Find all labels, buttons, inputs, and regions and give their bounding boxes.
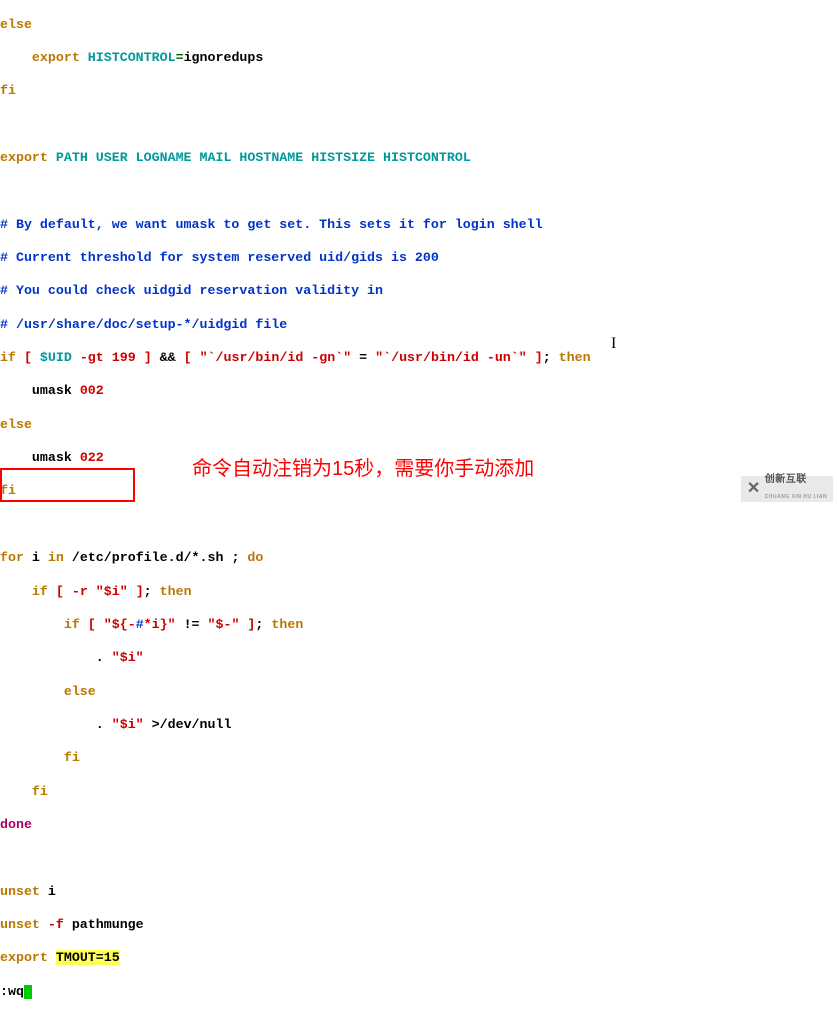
kw-in: in bbox=[48, 550, 64, 565]
kw-else: else bbox=[0, 17, 32, 32]
kw-done: done bbox=[0, 817, 32, 832]
kw-export: export bbox=[0, 150, 48, 165]
kw-do: do bbox=[247, 550, 263, 565]
vim-command: :wq bbox=[0, 984, 24, 999]
kw-else: else bbox=[0, 417, 32, 432]
highlight-tmout: TMOUT=15 bbox=[56, 950, 120, 965]
comment: # You could check uidgid reservation val… bbox=[0, 283, 383, 298]
cursor-icon bbox=[24, 985, 32, 999]
comment: # By default, we want umask to get set. … bbox=[0, 217, 543, 232]
kw-fi: fi bbox=[64, 750, 80, 765]
export-vars: PATH USER LOGNAME MAIL HOSTNAME HISTSIZE… bbox=[56, 150, 471, 165]
kw-for: for bbox=[0, 550, 24, 565]
comment: # Current threshold for system reserved … bbox=[0, 250, 439, 265]
kw-fi: fi bbox=[0, 483, 16, 498]
watermark-icon: ✕ bbox=[747, 481, 761, 498]
var-histcontrol: HISTCONTROL bbox=[88, 50, 176, 65]
watermark-logo: ✕ 创新互联 CHUANG XIN HU LIAN bbox=[741, 476, 833, 502]
kw-then: then bbox=[160, 584, 192, 599]
kw-if: if bbox=[0, 350, 16, 365]
kw-then: then bbox=[559, 350, 591, 365]
kw-export: export bbox=[32, 50, 80, 65]
kw-else: else bbox=[64, 684, 96, 699]
kw-if: if bbox=[32, 584, 48, 599]
kw-fi: fi bbox=[0, 83, 16, 98]
kw-unset: unset bbox=[0, 884, 40, 899]
kw-fi: fi bbox=[32, 784, 48, 799]
comment: # /usr/share/doc/setup-*/uidgid file bbox=[0, 317, 287, 332]
kw-if: if bbox=[64, 617, 80, 632]
code-block: else export HISTCONTROL=ignoredups fi ex… bbox=[0, 0, 837, 1012]
kw-unset: unset bbox=[0, 917, 40, 932]
annotation-text: 命令自动注销为15秒，需要你手动添加 bbox=[192, 461, 534, 478]
text-cursor-icon: I bbox=[611, 336, 616, 353]
kw-then: then bbox=[271, 617, 303, 632]
kw-export: export bbox=[0, 950, 48, 965]
